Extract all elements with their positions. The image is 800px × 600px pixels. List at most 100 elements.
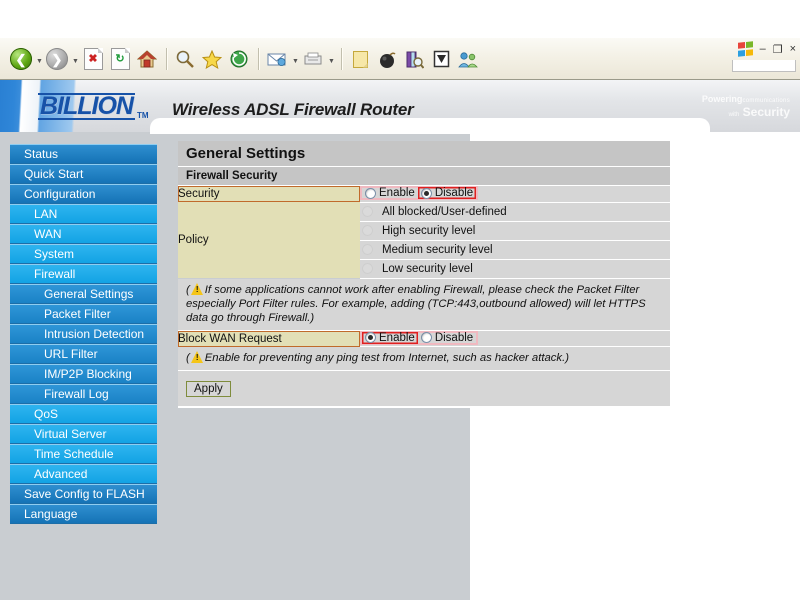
policy-option-high[interactable]: High security level bbox=[360, 222, 670, 240]
sidebar-item-lan[interactable]: LAN bbox=[10, 204, 157, 224]
back-button[interactable]: ❮ bbox=[8, 46, 34, 72]
sidebar-item-system[interactable]: System bbox=[10, 244, 157, 264]
people-icon bbox=[458, 51, 478, 67]
policy-option-low[interactable]: Low security level bbox=[360, 260, 670, 278]
main-content-panel: General Settings Firewall Security Secur… bbox=[178, 141, 670, 408]
radio-disabled-icon bbox=[362, 263, 373, 274]
policy-label: Policy bbox=[178, 202, 360, 278]
screen: ❮ ▼ ❯ ▼ ✖ ↻ ▼ ▼ – ❐ × BILLION TM Wireles… bbox=[0, 0, 800, 600]
security-options-cell: Enable Disable bbox=[360, 186, 670, 203]
sidebar-item-advanced[interactable]: Advanced bbox=[10, 464, 157, 484]
print-icon bbox=[304, 52, 322, 64]
content-tab-shape bbox=[150, 118, 710, 134]
window-edge-strip bbox=[732, 60, 796, 72]
history-icon bbox=[230, 50, 248, 68]
policy-option-label: Medium security level bbox=[382, 243, 493, 256]
notepad-icon bbox=[352, 50, 368, 68]
print-dropdown-caret-icon[interactable]: ▼ bbox=[327, 46, 336, 72]
back-dropdown-caret-icon[interactable]: ▼ bbox=[35, 46, 44, 72]
messenger-check-button[interactable] bbox=[428, 46, 454, 72]
sidebar-item-virtual-server[interactable]: Virtual Server bbox=[10, 424, 157, 444]
windows-logo-icon bbox=[737, 41, 753, 57]
refresh-button[interactable]: ↻ bbox=[107, 46, 133, 72]
close-button[interactable]: × bbox=[790, 43, 796, 55]
tagline-with: with bbox=[728, 112, 740, 118]
stop-icon: ✖ bbox=[83, 48, 103, 70]
radio-unselected-icon[interactable] bbox=[365, 187, 376, 199]
sidebar-item-qos[interactable]: QoS bbox=[10, 404, 157, 424]
policy-option-cell-3: Low security level bbox=[360, 259, 670, 279]
discuss-button[interactable] bbox=[374, 46, 400, 72]
window-controls: – ❐ × bbox=[737, 41, 796, 57]
policy-option-cell-2: Medium security level bbox=[360, 240, 670, 260]
policy-option-label: All blocked/User-defined bbox=[382, 205, 507, 218]
brand-name: BILLION bbox=[38, 92, 135, 120]
security-row: Security Enable Disable bbox=[178, 186, 670, 203]
policy-option-all-blocked[interactable]: All blocked/User-defined bbox=[360, 203, 670, 221]
sidebar-item-save-config-to-flash[interactable]: Save Config to FLASH bbox=[10, 484, 157, 504]
radio-disabled-icon bbox=[362, 206, 373, 217]
security-enable-option[interactable]: Enable bbox=[362, 187, 418, 199]
firewall-note: (If some applications cannot work after … bbox=[178, 278, 670, 331]
people-button[interactable] bbox=[455, 46, 481, 72]
block-wan-options-cell: Enable Disable bbox=[360, 330, 670, 347]
block-wan-radio-group: Enable Disable bbox=[360, 331, 478, 345]
restore-button[interactable]: ❐ bbox=[773, 43, 783, 56]
sidebar-item-language[interactable]: Language bbox=[10, 504, 157, 524]
print-button[interactable] bbox=[300, 46, 326, 72]
block-wan-disable-label: Disable bbox=[434, 331, 474, 344]
block-wan-disable-option[interactable]: Disable bbox=[418, 332, 476, 344]
sidebar-item-configuration[interactable]: Configuration bbox=[10, 184, 157, 204]
sidebar-item-wan[interactable]: WAN bbox=[10, 224, 157, 244]
edit-button[interactable] bbox=[347, 46, 373, 72]
stop-button[interactable]: ✖ bbox=[80, 46, 106, 72]
research-button[interactable] bbox=[401, 46, 427, 72]
security-enable-label: Enable bbox=[379, 187, 415, 199]
policy-option-cell-1: High security level bbox=[360, 221, 670, 241]
radio-disabled-icon bbox=[362, 244, 373, 255]
sidebar-item-intrusion-detection[interactable]: Intrusion Detection bbox=[10, 324, 157, 344]
policy-option-label: High security level bbox=[382, 224, 476, 237]
brand-tagline: Poweringcommunications with Security bbox=[702, 94, 790, 121]
page-title: General Settings bbox=[178, 141, 670, 167]
forward-dropdown-caret-icon[interactable]: ▼ bbox=[71, 46, 80, 72]
policy-option-cell-0: All blocked/User-defined bbox=[360, 202, 670, 222]
security-label: Security bbox=[178, 186, 360, 202]
radio-unselected-icon[interactable] bbox=[420, 332, 432, 343]
apply-button[interactable]: Apply bbox=[186, 381, 231, 397]
sidebar-item-firewall[interactable]: Firewall bbox=[10, 264, 157, 284]
mail-button[interactable] bbox=[264, 46, 290, 72]
home-button[interactable] bbox=[134, 46, 160, 72]
block-wan-label: Block WAN Request bbox=[178, 330, 360, 347]
sidebar-item-quick-start[interactable]: Quick Start bbox=[10, 164, 157, 184]
radio-selected-icon[interactable] bbox=[365, 332, 376, 343]
forward-arrow-icon: ❯ bbox=[46, 48, 68, 70]
history-button[interactable] bbox=[226, 46, 252, 72]
forward-button[interactable]: ❯ bbox=[44, 46, 70, 72]
warning-icon bbox=[190, 351, 204, 364]
radio-selected-icon[interactable] bbox=[420, 187, 432, 199]
sidebar-item-firewall-log[interactable]: Firewall Log bbox=[10, 384, 157, 404]
star-icon bbox=[202, 49, 222, 69]
note-open-paren: ( bbox=[186, 352, 190, 364]
sidebar-item-packet-filter[interactable]: Packet Filter bbox=[10, 304, 157, 324]
favorites-button[interactable] bbox=[199, 46, 225, 72]
mail-dropdown-caret-icon[interactable]: ▼ bbox=[291, 46, 300, 72]
minimize-button[interactable]: – bbox=[760, 43, 766, 55]
security-disable-option[interactable]: Disable bbox=[418, 187, 476, 199]
sidebar-item-time-schedule[interactable]: Time Schedule bbox=[10, 444, 157, 464]
sidebar-item-status[interactable]: Status bbox=[10, 144, 157, 164]
block-wan-form: Block WAN Request Enable Disable bbox=[178, 330, 670, 347]
sidebar-item-url-filter[interactable]: URL Filter bbox=[10, 344, 157, 364]
policy-option-medium[interactable]: Medium security level bbox=[360, 241, 670, 259]
refresh-icon: ↻ bbox=[110, 48, 130, 70]
browser-toolbar: ❮ ▼ ❯ ▼ ✖ ↻ ▼ ▼ bbox=[0, 38, 800, 80]
sidebar-item-general-settings[interactable]: General Settings bbox=[10, 284, 157, 304]
block-wan-enable-option[interactable]: Enable bbox=[362, 332, 418, 344]
firewall-note-text: If some applications cannot work after e… bbox=[186, 283, 646, 324]
search-button[interactable] bbox=[172, 46, 198, 72]
security-radio-group: Enable Disable bbox=[360, 186, 478, 200]
back-arrow-icon: ❮ bbox=[10, 48, 32, 70]
trademark-mark: TM bbox=[137, 111, 149, 120]
sidebar-item-im-p2p-blocking[interactable]: IM/P2P Blocking bbox=[10, 364, 157, 384]
